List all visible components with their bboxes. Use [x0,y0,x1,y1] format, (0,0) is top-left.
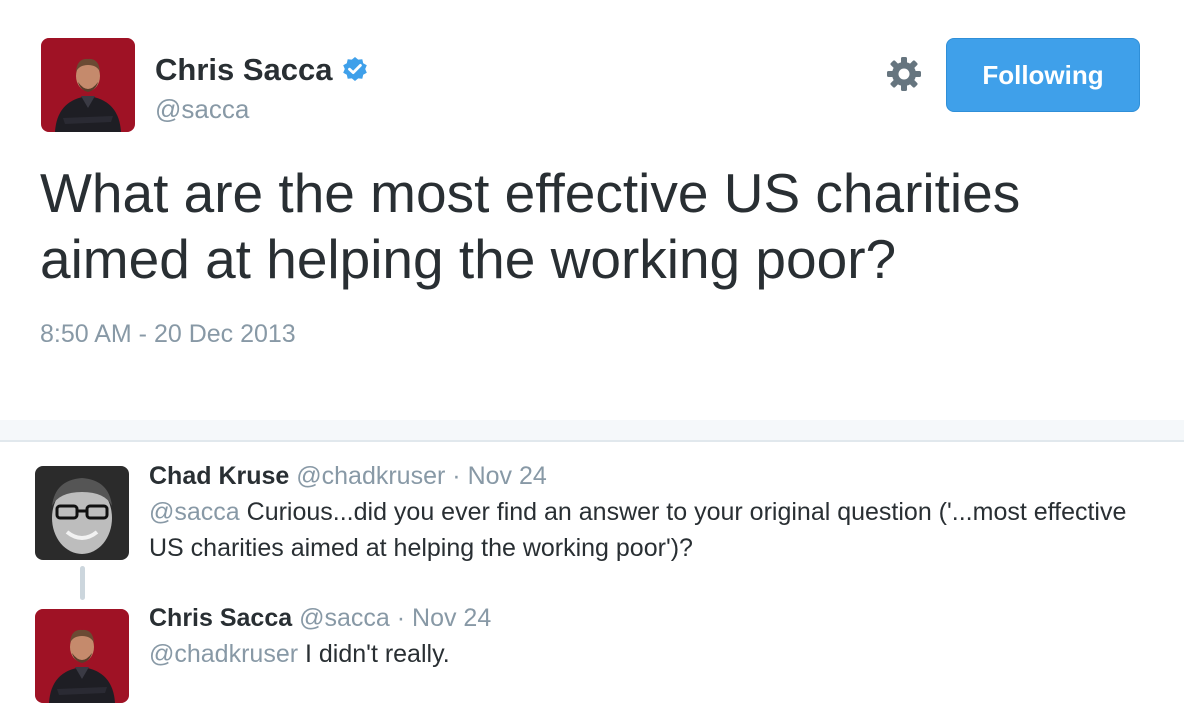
reply-date[interactable]: Nov 24 [412,604,491,632]
reply-mention[interactable]: @chadkruser [149,640,298,668]
reply-date[interactable]: Nov 24 [468,462,547,490]
reply-avatar[interactable] [35,609,129,703]
reply-separator: · [396,604,406,632]
reply-mention[interactable]: @sacca [149,498,240,526]
reply-avatar[interactable] [35,466,129,560]
author-name-text[interactable]: Chris Sacca [155,52,333,88]
reply-author-handle[interactable]: @chadkruser [296,462,445,490]
reply-header: Chad Kruse @chadkruser · Nov 24 [149,462,547,491]
reply-text-body: Curious...did you ever find an answer to… [149,498,1127,562]
reply-author-name[interactable]: Chris Sacca [149,604,292,632]
tweet-text: What are the most effective US charities… [40,162,1021,290]
reply-text-body: I didn't really. [298,640,450,668]
author-name[interactable]: Chris Sacca [155,52,369,88]
author-avatar[interactable] [41,38,135,132]
thread-connector [80,566,85,600]
reply-text: @chadkruser I didn't really. [149,636,1149,672]
gear-icon[interactable] [884,54,924,94]
reply-author-name[interactable]: Chad Kruse [149,462,289,490]
reply-text: @sacca Curious...did you ever find an an… [149,494,1149,566]
verified-icon [341,56,369,84]
tweet-timestamp[interactable]: 8:50 AM - 20 Dec 2013 [40,320,296,349]
reply-author-handle[interactable]: @sacca [299,604,390,632]
reply-separator: · [452,462,461,490]
author-handle[interactable]: @sacca [155,94,249,125]
reply-header: Chris Sacca @sacca · Nov 24 [149,604,491,633]
section-divider [0,420,1184,442]
following-button[interactable]: Following [946,38,1140,112]
